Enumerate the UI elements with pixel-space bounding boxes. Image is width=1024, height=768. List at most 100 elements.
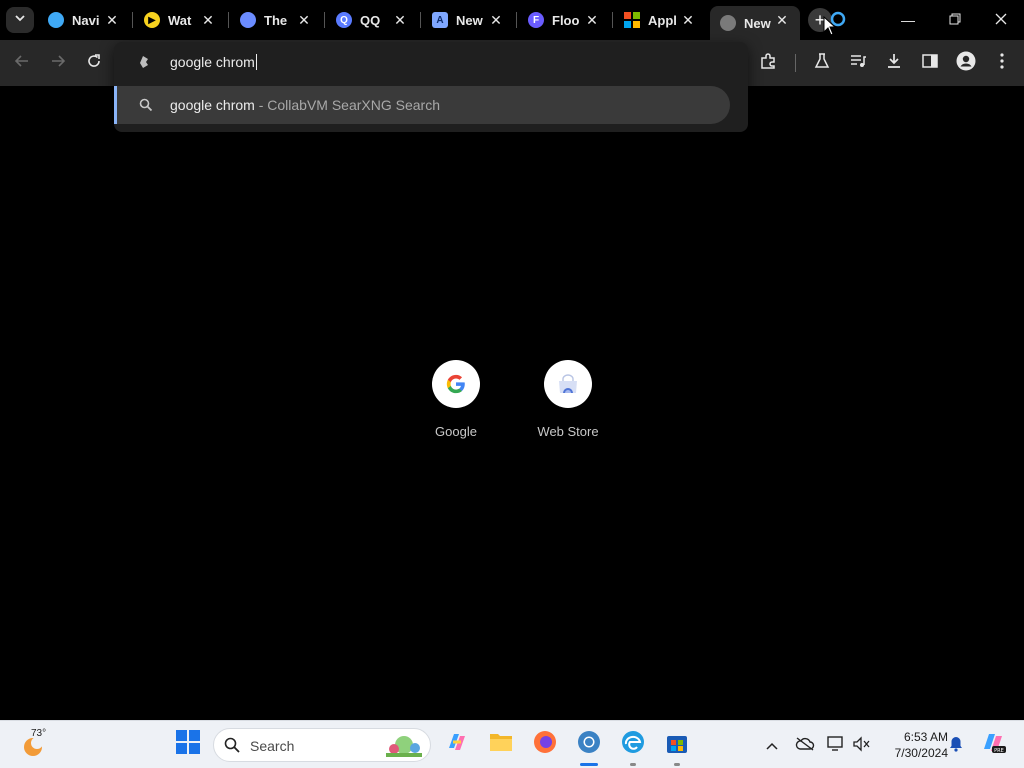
tab-title: Navi [72,12,100,28]
omnibox-suggestion[interactable]: google chrom - CollabVM SearXNG Search [114,86,730,124]
close-icon [995,12,1007,28]
windows-icon [624,12,640,28]
taskbar-edge[interactable] [620,730,646,759]
labs-button[interactable] [810,51,834,75]
store-icon [665,730,689,759]
menu-button[interactable] [990,51,1014,75]
notifications-button[interactable] [946,735,966,755]
arrow-left-icon [14,53,30,74]
start-button[interactable] [175,729,201,757]
tab-divider [228,12,229,28]
close-icon[interactable]: ✕ [774,12,790,28]
restore-button[interactable] [943,8,967,32]
tab-1[interactable]: Navi ✕ [38,6,130,34]
taskbar-copilot[interactable] [444,731,470,757]
minimize-button[interactable]: — [896,8,920,32]
side-panel-button[interactable] [918,51,942,75]
search-placeholder: Search [250,738,295,754]
tab-title: Appl [648,12,677,28]
taskbar-clock[interactable]: 6:53 AM 7/30/2024 [880,729,948,761]
clock-time: 6:53 AM [903,730,948,744]
search-engine-icon [136,55,150,74]
shortcut-web-store[interactable]: Web Store [518,360,618,439]
q-icon: Q [336,12,352,28]
copilot-icon: PRE [980,729,1006,760]
address-bar-text: google chrom [170,54,255,70]
close-window-button[interactable] [989,8,1013,32]
network-tray-icon[interactable] [826,735,846,755]
tab-divider [132,12,133,28]
taskbar-chrome[interactable] [576,730,602,757]
onedrive-tray-icon[interactable] [795,735,815,755]
close-icon[interactable]: ✕ [200,12,216,28]
taskbar-firefox[interactable] [532,730,558,759]
tab-4[interactable]: Q QQ ✕ [326,6,418,34]
play-icon: ▶ [144,12,160,28]
taskbar-search-box[interactable]: Search [213,728,431,762]
tab-title: Wat [168,12,192,28]
profile-button[interactable] [954,51,978,75]
close-icon[interactable]: ✕ [584,12,600,28]
tab-7[interactable]: Appl ✕ [614,6,706,34]
f-icon: F [528,12,544,28]
search-highlight-icon [382,733,426,764]
close-icon[interactable]: ✕ [488,12,504,28]
close-icon[interactable]: ✕ [104,12,120,28]
copilot-pre-button[interactable]: PRE [980,731,1006,757]
taskbar-file-explorer[interactable] [488,731,514,757]
taskbar-store[interactable] [664,731,690,757]
chevron-down-icon [14,11,26,29]
mouse-cursor-icon [823,15,837,41]
tab-2[interactable]: ▶ Wat ✕ [134,6,226,34]
weather-widget[interactable]: 73° [20,728,64,762]
back-button[interactable] [10,51,34,75]
google-logo-icon [432,360,480,408]
weather-sun-icon [22,735,44,762]
bell-icon [949,736,963,755]
forward-button[interactable] [46,51,70,75]
running-indicator [630,763,636,766]
firefox-icon [533,730,557,759]
close-icon[interactable]: ✕ [296,12,312,28]
restore-icon [949,12,961,28]
svg-text:PRE: PRE [994,748,1004,754]
show-hidden-icons-button[interactable] [762,735,782,755]
folder-icon [489,731,513,758]
tab-8-active[interactable]: New ✕ [710,6,800,40]
monitor-icon [827,735,845,755]
tab-6[interactable]: F Floo ✕ [518,6,610,34]
minimize-icon: — [901,12,915,28]
media-controls-button[interactable] [846,51,870,75]
tab-3[interactable]: The ✕ [230,6,322,34]
close-icon[interactable]: ✕ [680,12,696,28]
close-icon[interactable]: ✕ [392,12,408,28]
world-icon [48,12,64,28]
clock-date: 7/30/2024 [894,746,948,760]
a-icon: A [432,12,448,28]
reload-button[interactable] [82,51,106,75]
copilot-icon [445,730,469,759]
globe-icon [720,15,736,31]
flask-icon [813,52,831,75]
tab-divider [420,12,421,28]
search-icon [224,737,240,758]
shortcut-google[interactable]: Google [406,360,506,439]
volume-tray-icon[interactable] [852,735,872,755]
tab-search-button[interactable] [6,7,34,33]
tab-strip: Navi ✕ ▶ Wat ✕ The ✕ Q QQ ✕ A New ✕ F Fl… [0,0,1024,40]
bird-icon [240,12,256,28]
tab-title: The [264,12,288,28]
omnibox-popup: google chrom google chrom - CollabVM Sea… [114,42,748,132]
edge-icon [621,730,645,759]
extensions-button[interactable] [756,51,780,75]
tab-5[interactable]: A New ✕ [422,6,514,34]
playlist-icon [849,52,867,75]
downloads-button[interactable] [882,51,906,75]
side-panel-icon [921,52,939,75]
avatar-icon [956,51,976,76]
search-icon [139,98,153,117]
puzzle-icon [759,52,777,75]
address-bar-input[interactable]: google chrom [170,54,257,70]
cloud-off-icon [795,736,815,754]
web-store-icon [544,360,592,408]
